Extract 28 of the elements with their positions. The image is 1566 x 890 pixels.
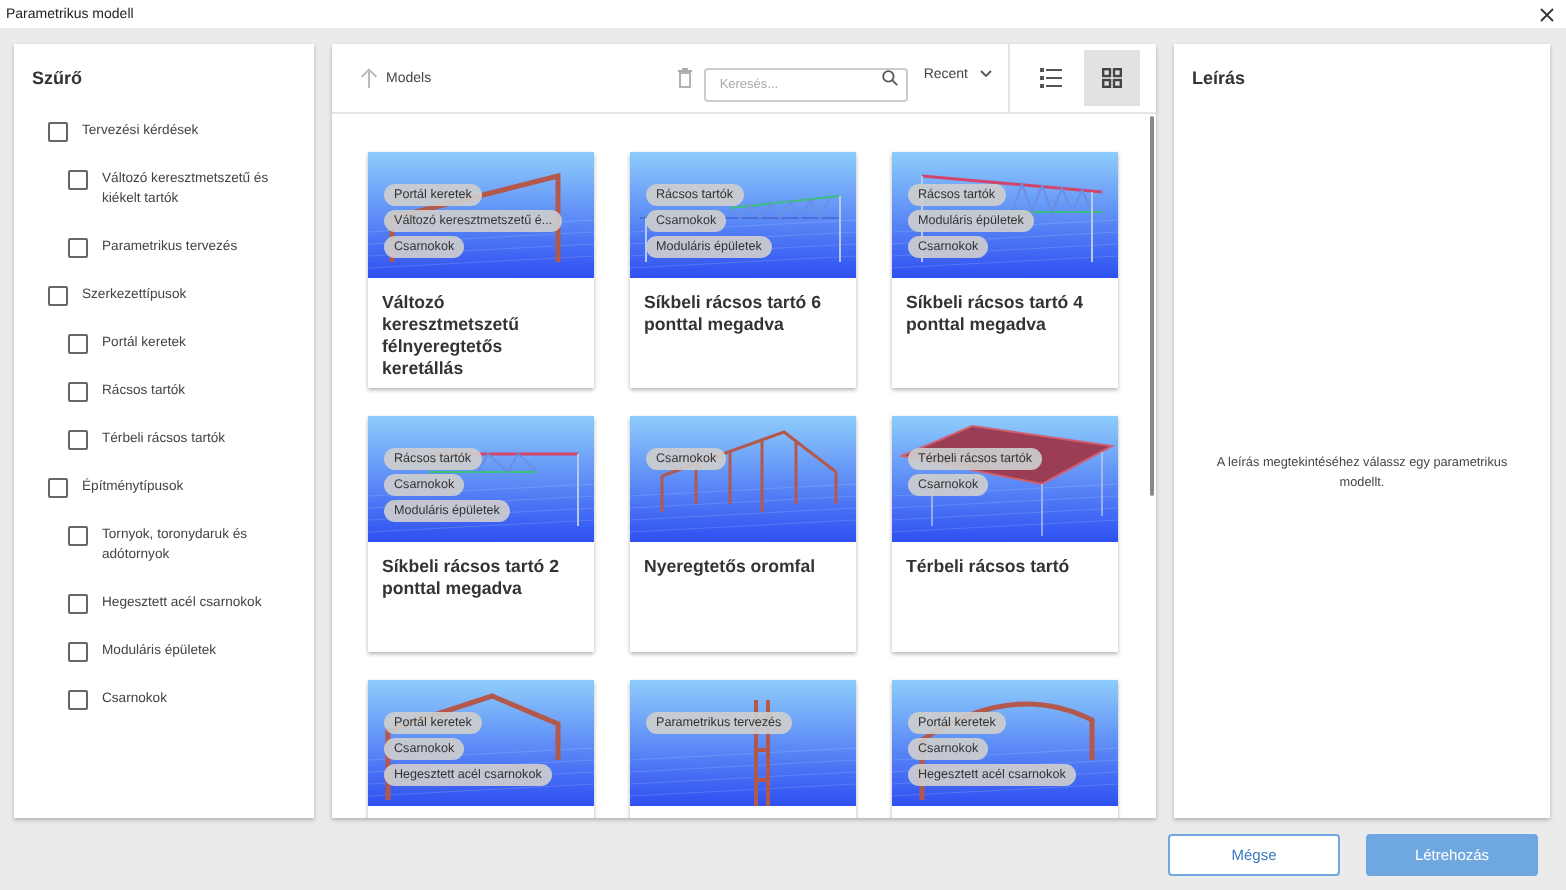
model-title: Nyeregtetős oromfal <box>642 554 818 579</box>
search-icon <box>881 70 898 87</box>
checkbox[interactable] <box>68 430 88 451</box>
panel-title: Szűrő <box>30 66 85 89</box>
model-title: Síkbeli rácsos tartó 6 ponttal megadva <box>642 290 823 337</box>
model-title: Síkbeli rácsos tartó 4 ponttal megadva <box>904 290 1085 337</box>
list-view-icon <box>1039 68 1061 89</box>
model-title: Síkbeli rácsos tartó 2 ponttal megadva <box>380 554 561 601</box>
grid-view-icon <box>1102 68 1122 89</box>
model-title: Térbeli rácsos tartó <box>904 554 1072 579</box>
checkbox[interactable] <box>48 122 68 143</box>
view-toggle-button[interactable] <box>1084 50 1140 107</box>
checkbox[interactable] <box>68 382 88 403</box>
close-button[interactable] <box>1534 2 1558 27</box>
chevron-down-icon <box>980 70 992 79</box>
checkbox[interactable] <box>68 690 88 711</box>
model-title: Változó keresztmetszetű félnyeregtetős keretállás <box>380 290 521 381</box>
checkbox[interactable] <box>68 594 88 615</box>
scrollbar-thumb[interactable] <box>1150 116 1154 497</box>
checkbox[interactable] <box>48 478 68 499</box>
checkbox[interactable] <box>48 286 68 307</box>
checkbox[interactable] <box>68 170 88 191</box>
panel-title: Leírás <box>1190 66 1248 89</box>
checkbox[interactable] <box>68 642 88 663</box>
checkbox[interactable] <box>68 238 88 259</box>
checkbox[interactable] <box>68 526 88 547</box>
close-icon <box>1539 7 1553 22</box>
checkbox[interactable] <box>68 334 88 355</box>
